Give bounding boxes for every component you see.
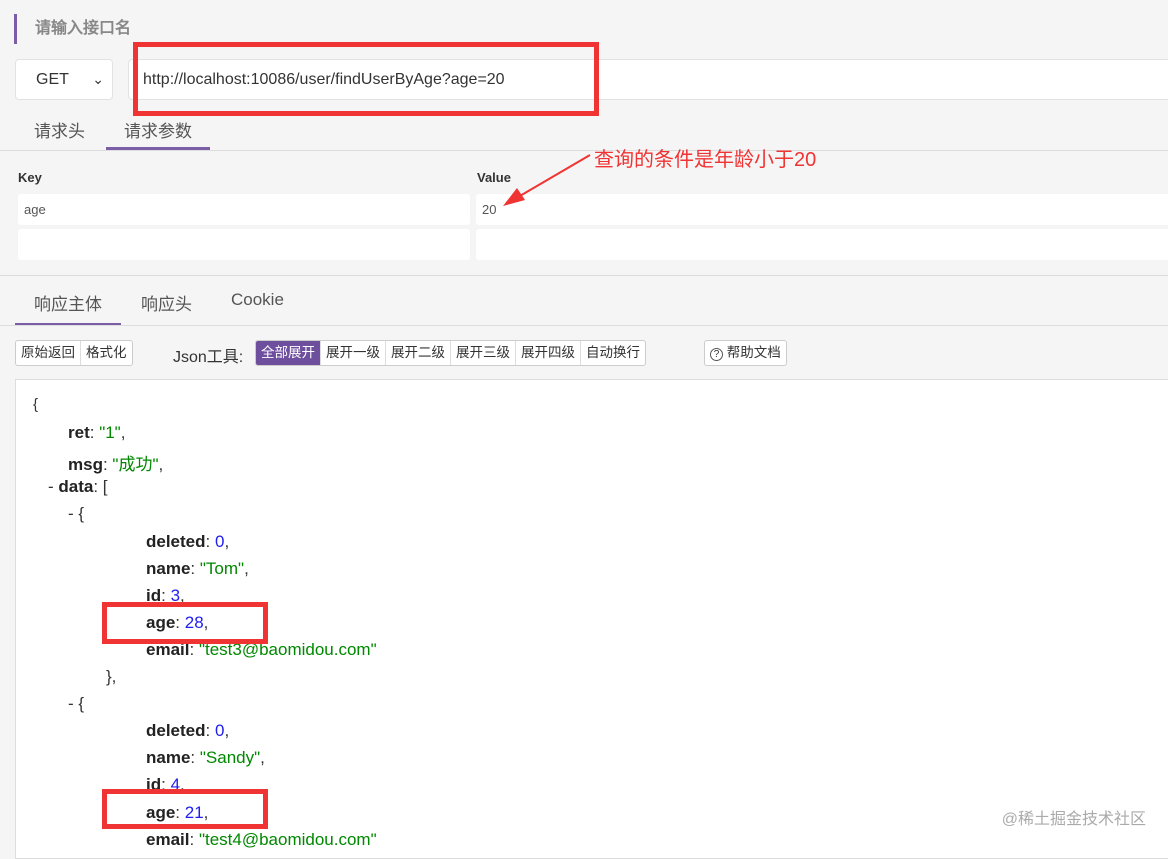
expand-all-button[interactable]: 全部展开 — [256, 341, 321, 365]
json-line: deleted: 0, — [146, 532, 229, 552]
api-name-title[interactable]: 请输入接口名 — [14, 14, 131, 44]
expand-level-4-button[interactable]: 展开四级 — [516, 341, 581, 365]
json-line: deleted: 0, — [146, 721, 229, 741]
param-value-input[interactable] — [476, 229, 1168, 260]
json-value: "Sandy" — [199, 748, 261, 768]
tab-request-params[interactable]: 请求参数 — [106, 117, 210, 150]
method-select[interactable]: GET ⌄ — [15, 59, 113, 100]
help-label: 帮助文档 — [726, 345, 781, 360]
json-value: , — [158, 455, 164, 475]
help-button[interactable]: ? 帮助文档 — [704, 340, 787, 366]
json-value: { — [78, 694, 85, 714]
json-value: : — [205, 531, 215, 551]
json-value: : [ — [93, 477, 108, 497]
json-line: - data: [ — [48, 477, 108, 497]
tab-response-body[interactable]: 响应主体 — [15, 290, 121, 326]
help-icon: ? — [710, 348, 723, 361]
json-line: msg: "成功", — [68, 450, 163, 475]
json-value: : — [190, 558, 200, 578]
json-value: "成功" — [112, 455, 159, 475]
expand-level-3-button[interactable]: 展开三级 — [451, 341, 516, 365]
json-value: { — [33, 396, 39, 413]
method-value: GET — [36, 71, 69, 88]
json-key: name — [146, 558, 191, 578]
json-value: , — [224, 721, 230, 741]
expand-level-1-button[interactable]: 展开一级 — [321, 341, 386, 365]
json-line: { — [33, 396, 38, 413]
json-value: { — [78, 504, 85, 524]
json-key: msg — [68, 455, 103, 475]
tab-request-headers[interactable]: 请求头 — [34, 117, 85, 150]
age-highlight-box — [102, 789, 268, 829]
divider — [0, 275, 1168, 276]
tab-cookie[interactable]: Cookie — [231, 290, 284, 310]
json-tools-label: Json工具: — [173, 349, 244, 366]
json-key: ret — [68, 423, 90, 443]
json-value: : — [190, 748, 200, 768]
json-key: deleted — [146, 721, 206, 741]
json-line: }, — [106, 667, 116, 687]
json-value: , — [260, 748, 265, 768]
collapse-toggle[interactable]: - — [48, 477, 58, 496]
divider — [0, 325, 1168, 326]
json-line: email: "test4@baomidou.com" — [146, 830, 377, 850]
param-key-input[interactable]: age — [18, 194, 470, 225]
view-mode-group: 原始返回 格式化 — [15, 340, 133, 366]
json-value: , — [120, 423, 126, 443]
json-value: "Tom" — [199, 558, 245, 578]
format-button[interactable]: 格式化 — [81, 341, 132, 365]
json-value: , — [224, 531, 230, 551]
key-header: Key — [18, 170, 42, 185]
json-key: name — [146, 748, 191, 768]
age-highlight-box — [102, 602, 268, 644]
json-value: , — [244, 558, 249, 578]
collapse-toggle[interactable]: - — [68, 504, 78, 523]
expand-level-2-button[interactable]: 展开二级 — [386, 341, 451, 365]
json-key: deleted — [146, 531, 206, 551]
json-key: data — [58, 477, 94, 497]
raw-button[interactable]: 原始返回 — [16, 341, 81, 365]
json-value: : — [102, 455, 113, 475]
json-value: : — [89, 423, 100, 443]
json-value: }, — [106, 667, 117, 686]
url-highlight-box — [133, 42, 599, 116]
chevron-down-icon: ⌄ — [92, 71, 104, 87]
json-value: : — [205, 721, 215, 741]
json-value: "1" — [99, 423, 121, 443]
word-wrap-button[interactable]: 自动换行 — [581, 341, 645, 365]
annotation-arrow-icon — [503, 154, 591, 206]
json-line: name: "Sandy", — [146, 748, 265, 768]
param-key-input[interactable] — [18, 229, 470, 260]
json-tools-group: 全部展开 展开一级 展开二级 展开三级 展开四级 自动换行 — [255, 340, 646, 366]
collapse-toggle[interactable]: - — [68, 694, 78, 713]
json-value: "test4@baomidou.com" — [198, 829, 377, 849]
annotation-text: 查询的条件是年龄小于20 — [594, 149, 817, 171]
json-line: name: "Tom", — [146, 559, 249, 579]
json-line: ret: "1", — [68, 423, 125, 443]
json-value: : — [189, 829, 199, 849]
watermark: @稀土掘金技术社区 — [1001, 811, 1146, 828]
tab-response-headers[interactable]: 响应头 — [141, 290, 192, 315]
json-key: email — [146, 829, 190, 849]
